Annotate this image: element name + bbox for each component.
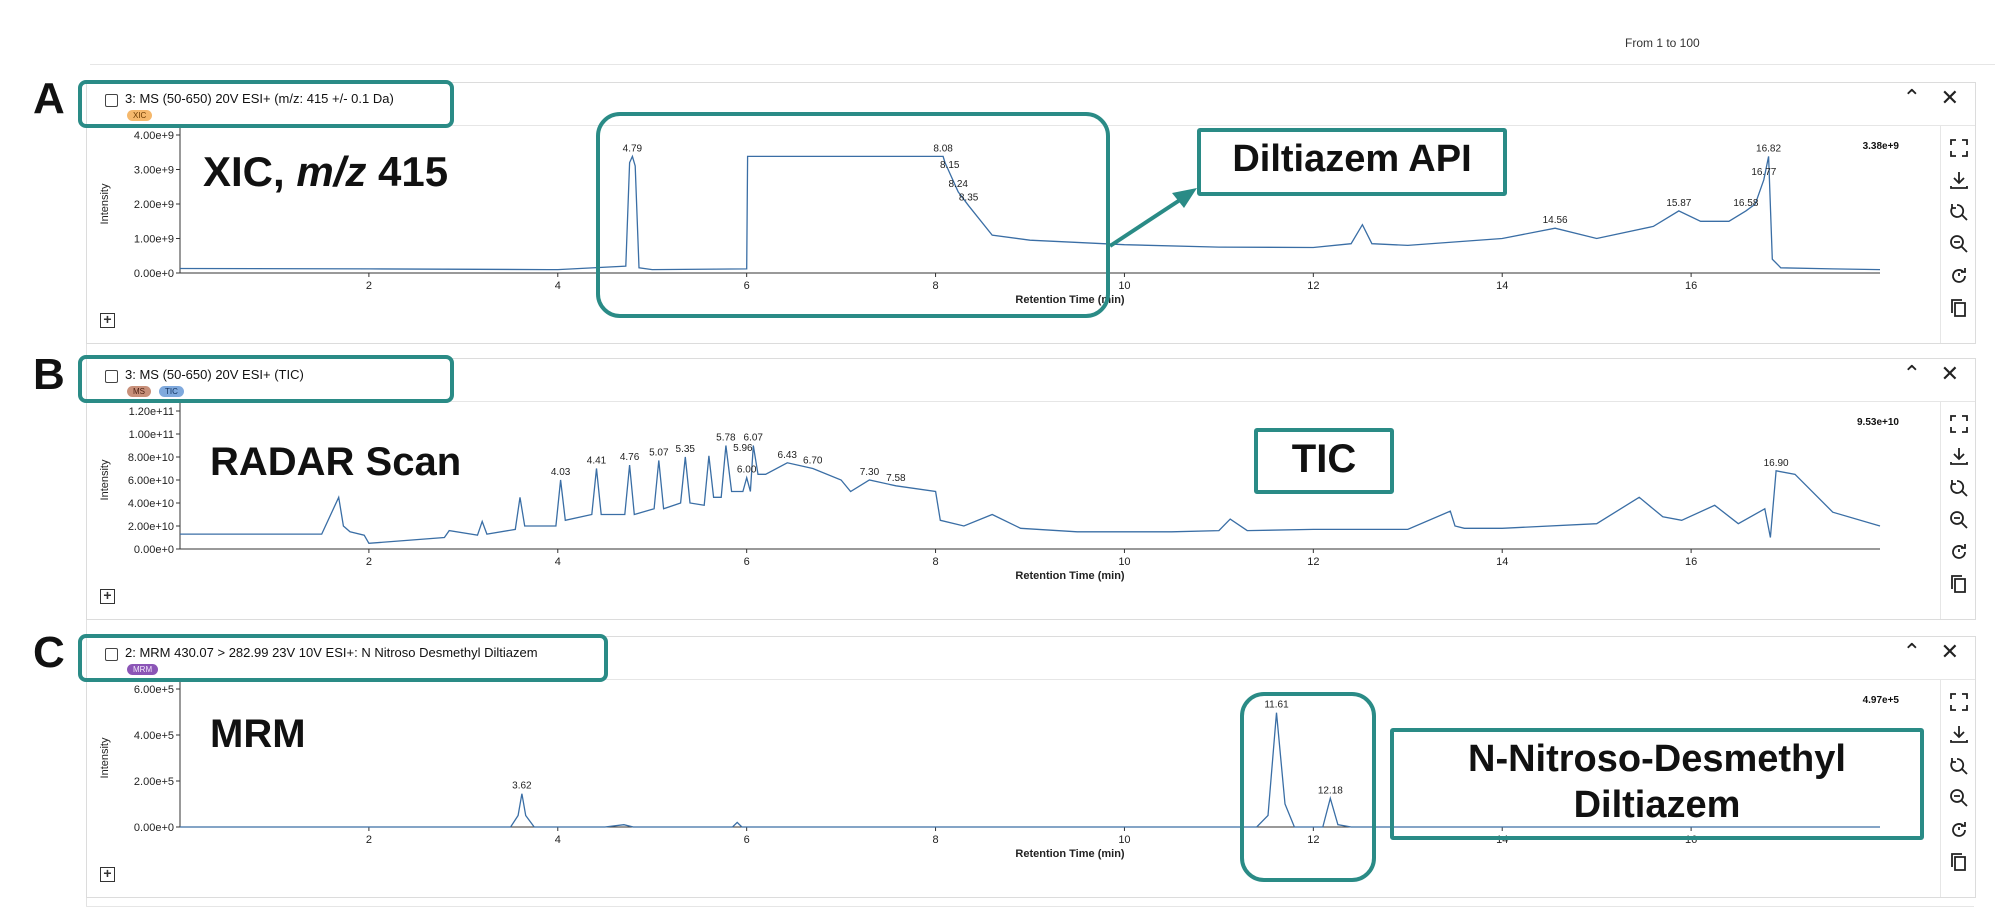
callout-n-nitroso: N-Nitroso-Desmethyl Diltiazem — [1392, 736, 1922, 828]
trace-title-highlight — [78, 355, 454, 403]
panel-c-label: MRM — [210, 712, 306, 756]
callout-line: N-Nitroso-Desmethyl — [1468, 738, 1846, 780]
trace-title-highlight — [78, 634, 608, 682]
peak-highlight — [1240, 692, 1376, 882]
callout-tic: TIC — [1291, 437, 1357, 481]
callout-line: Diltiazem — [1573, 784, 1741, 826]
panel-b-label: RADAR Scan — [210, 440, 462, 484]
